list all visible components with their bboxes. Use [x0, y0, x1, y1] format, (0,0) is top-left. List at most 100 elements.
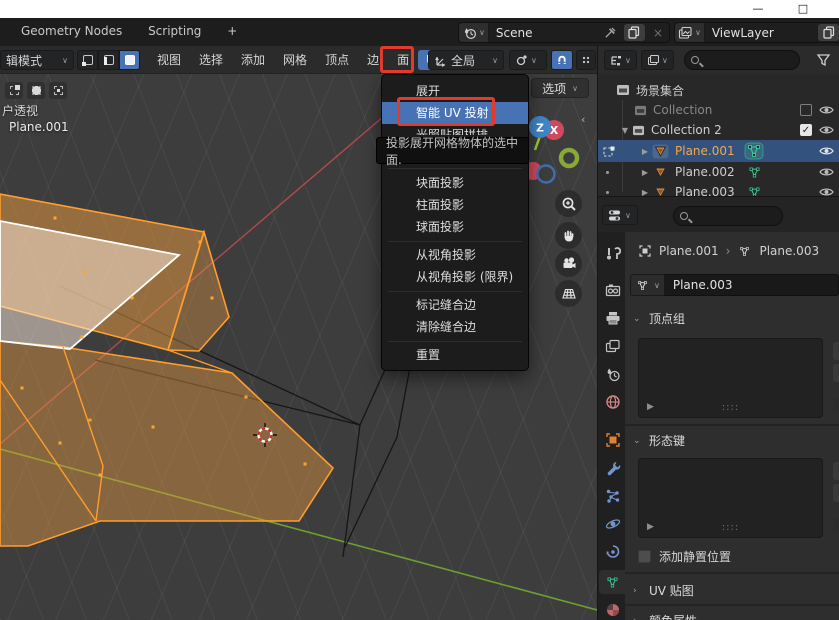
viewlayer-icon[interactable]: ∨ — [675, 23, 705, 42]
eye-icon[interactable] — [819, 125, 834, 135]
menu-item-project-from-view-bounds[interactable]: 从视角投影 (限界) — [382, 266, 528, 288]
tab-constraints[interactable] — [599, 540, 626, 564]
list-expand-icon[interactable]: ▶ — [647, 522, 654, 532]
snap-toggle-button[interactable] — [551, 50, 573, 70]
row-label[interactable]: Collection 2 — [651, 123, 722, 137]
mesh-data-icon[interactable] — [744, 142, 764, 160]
eye-icon[interactable] — [819, 105, 834, 115]
viewlayer-name[interactable]: ViewLayer — [705, 26, 816, 40]
menu-item-cylinder-projection[interactable]: 柱面投影 — [382, 194, 528, 216]
transform-orientation-dropdown[interactable]: 全局 ∨ — [428, 50, 504, 70]
tab-material[interactable] — [599, 598, 626, 620]
select-new-button[interactable] — [5, 82, 23, 99]
face-select-button[interactable] — [119, 50, 140, 70]
vertex-group-specials-button[interactable] — [833, 398, 839, 412]
navigation-gizmo[interactable]: X Z — [524, 116, 577, 183]
workspace-tab-geometry-nodes[interactable]: Geometry Nodes — [10, 18, 133, 38]
outliner-search-input[interactable] — [684, 50, 800, 70]
outliner-row-plane001[interactable]: ▶ Plane.001 — [598, 140, 839, 162]
properties-search-input[interactable] — [673, 206, 783, 226]
minimize-button[interactable]: — — [745, 1, 771, 17]
menu-item-reset[interactable]: 重置 — [382, 344, 528, 366]
tab-render[interactable] — [599, 278, 626, 302]
gizmo-y-ball[interactable] — [561, 150, 577, 166]
row-label[interactable]: Plane.002 — [675, 165, 735, 179]
tab-view-layer[interactable] — [599, 334, 626, 358]
maximize-button[interactable]: □ — [790, 1, 816, 17]
outliner-row-collection2[interactable]: ▼ Collection 2 ✓ — [598, 120, 839, 140]
outliner-row-scene-collection[interactable]: 场景集合 — [598, 80, 839, 100]
row-label[interactable]: 场景集合 — [636, 82, 684, 99]
eye-icon[interactable] — [819, 167, 834, 177]
resize-grip[interactable]: :::: — [722, 402, 739, 413]
breadcrumb-data[interactable]: Plane.003 — [759, 244, 819, 258]
new-viewlayer-button[interactable] — [818, 24, 839, 41]
menu-view[interactable]: 视图 — [148, 50, 190, 70]
panel-color-attributes-header[interactable]: › 颜色属性 — [633, 612, 697, 620]
disclosure-closed-icon[interactable]: ▶ — [640, 147, 650, 156]
edge-select-button[interactable] — [98, 50, 119, 70]
collection-exclude-checkbox[interactable] — [800, 104, 812, 116]
shape-key-specials-button[interactable] — [833, 518, 839, 532]
vertex-groups-list[interactable]: ▶ :::: — [638, 338, 823, 418]
tab-modifiers[interactable] — [599, 456, 626, 480]
snap-target-dropdown[interactable]: ∨ — [509, 50, 547, 70]
datablock-type-dropdown[interactable]: ∨ — [630, 274, 665, 296]
viewlayer-selector[interactable]: ∨ ViewLayer — [674, 22, 839, 43]
outliner-filter-id-dropdown[interactable]: ∨ — [641, 50, 674, 70]
row-label[interactable]: Plane.001 — [675, 144, 735, 158]
gizmo-negz-ball[interactable] — [538, 166, 555, 183]
disclosure-closed-icon[interactable]: ▶ — [640, 168, 650, 177]
breadcrumb-object[interactable]: Plane.001 — [659, 244, 719, 258]
select-extend-button[interactable] — [27, 82, 45, 99]
collection-include-checkbox[interactable]: ✓ — [800, 124, 812, 136]
menu-item-project-from-view[interactable]: 从视角投影 — [382, 244, 528, 266]
unlink-scene-button[interactable]: × — [647, 26, 669, 40]
remove-vertex-group-button[interactable] — [833, 364, 839, 382]
panel-uv-maps-header[interactable]: › UV 贴图 — [633, 582, 694, 599]
properties-editor-dropdown[interactable]: ∨ — [602, 205, 638, 225]
menu-mesh[interactable]: 网格 — [274, 50, 316, 70]
menu-item-mark-seam[interactable]: 标记缝合边 — [382, 294, 528, 316]
row-label[interactable]: Collection — [653, 103, 712, 117]
panel-shape-keys-header[interactable]: ⌄ 形态键 — [633, 432, 685, 449]
outliner-filter-button[interactable] — [816, 53, 831, 67]
tab-output[interactable] — [599, 306, 626, 330]
scene-name[interactable]: Scene — [489, 26, 604, 40]
pin-icon[interactable] — [604, 26, 617, 39]
3d-viewport[interactable]: X Z 户透视 Plane.001 选项 ∨ ‹ — [0, 74, 597, 620]
proportional-editing-button[interactable] — [576, 50, 596, 70]
add-shape-key-button[interactable] — [833, 462, 839, 480]
menu-item-clear-seam[interactable]: 清除缝合边 — [382, 316, 528, 338]
options-dropdown[interactable]: 选项 ∨ — [531, 78, 589, 98]
menu-vertex[interactable]: 顶点 — [316, 50, 358, 70]
datablock-name-field[interactable]: Plane.003 — [665, 274, 839, 296]
tab-object-data[interactable] — [599, 570, 626, 594]
shape-keys-list[interactable]: ▶ :::: — [638, 458, 823, 538]
outliner-row-plane002[interactable]: ▶ Plane.002 — [598, 162, 839, 182]
outliner-row-collection[interactable]: Collection — [598, 100, 839, 120]
toggle-grid-button[interactable] — [555, 280, 582, 307]
tab-scene[interactable] — [599, 362, 626, 386]
menu-add[interactable]: 添加 — [232, 50, 274, 70]
camera-view-button[interactable] — [555, 250, 582, 277]
tab-world[interactable] — [599, 390, 626, 414]
workspace-tab-scripting[interactable]: Scripting — [137, 18, 212, 38]
panel-vertex-groups-header[interactable]: ⌄ 顶点组 — [633, 310, 685, 327]
rest-position-checkbox[interactable] — [638, 550, 651, 563]
mesh-data-icon[interactable] — [746, 165, 763, 180]
select-subtract-button[interactable] — [49, 82, 67, 99]
scene-selector[interactable]: ∨ Scene × — [458, 22, 670, 43]
resize-grip[interactable]: :::: — [722, 522, 739, 533]
new-scene-button[interactable] — [624, 24, 645, 41]
add-vertex-group-button[interactable] — [833, 342, 839, 360]
scene-icon[interactable]: ∨ — [459, 23, 489, 42]
menu-item-cube-projection[interactable]: 块面投影 — [382, 172, 528, 194]
eye-icon[interactable] — [819, 146, 834, 156]
remove-shape-key-button[interactable] — [833, 484, 839, 502]
vertex-select-button[interactable] — [77, 50, 98, 70]
list-expand-icon[interactable]: ▶ — [647, 402, 654, 412]
tab-object[interactable] — [599, 428, 626, 452]
mode-dropdown[interactable]: 辑模式 ∨ — [0, 50, 74, 70]
outliner-display-mode-dropdown[interactable]: ∨ — [604, 50, 637, 70]
